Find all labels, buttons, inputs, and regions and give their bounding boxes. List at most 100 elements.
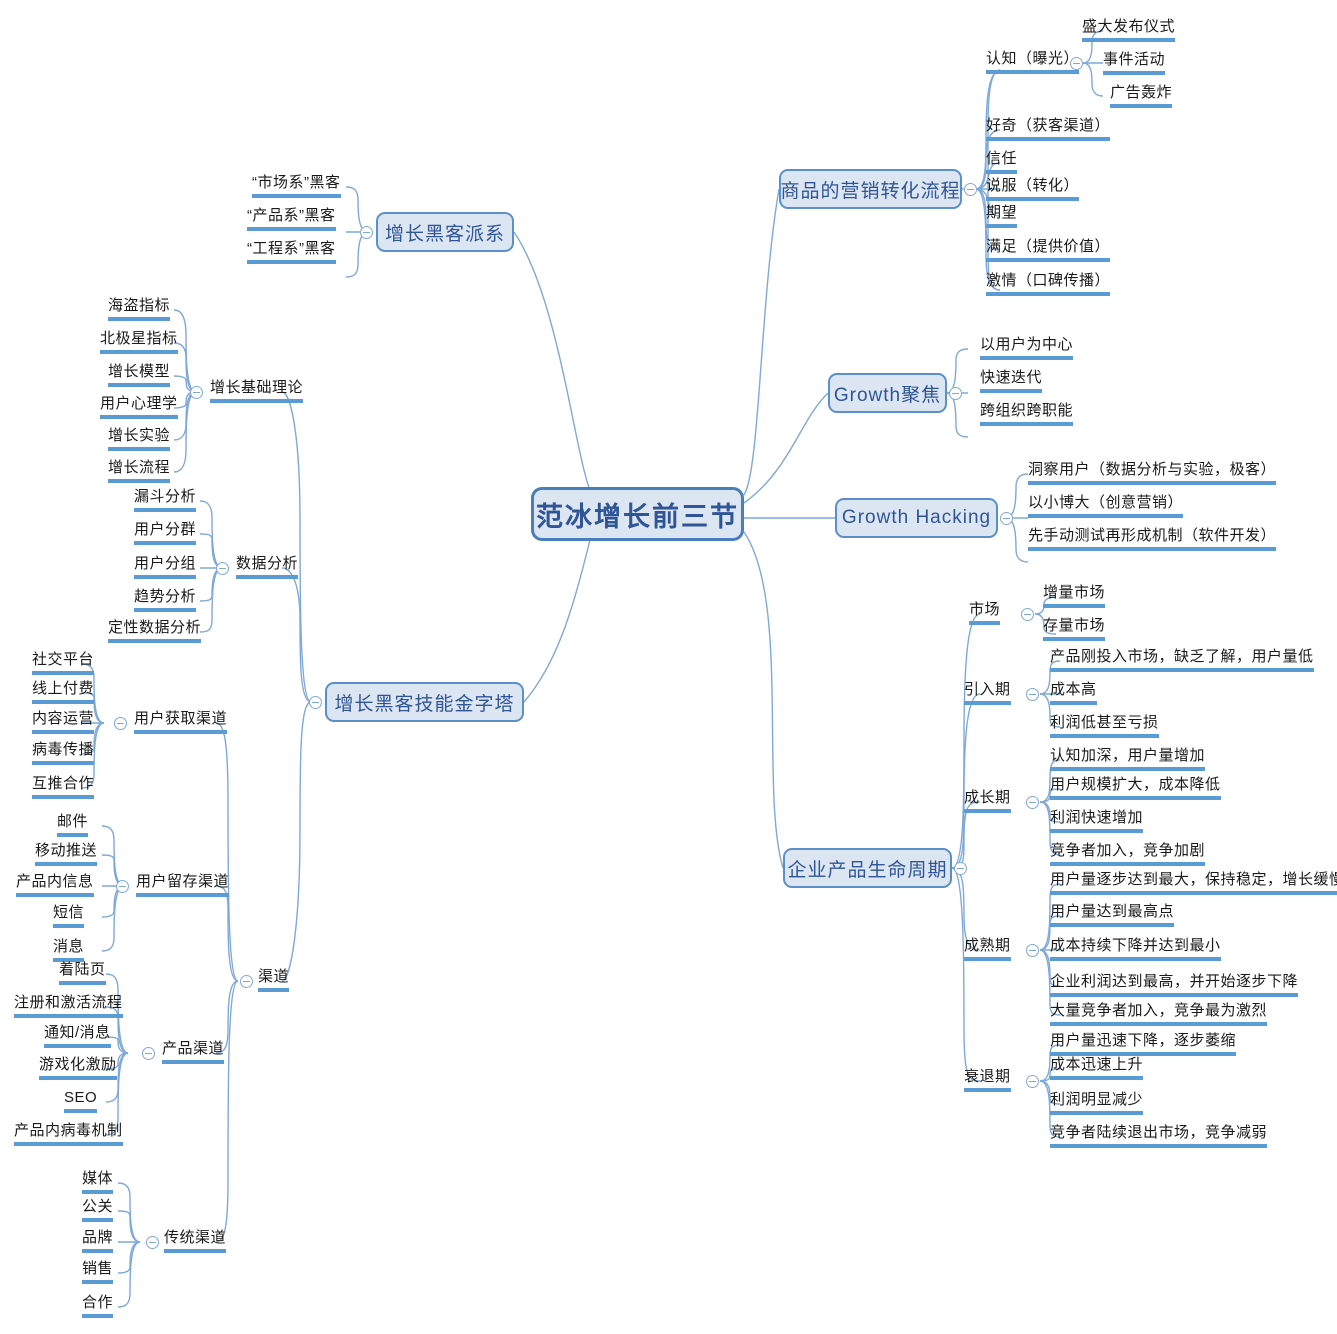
node-maturity-item-3[interactable]: 成本持续下降并达到最小	[1050, 937, 1221, 961]
toggle-market[interactable]	[1021, 608, 1034, 621]
node-social-platform[interactable]: 社交平台	[32, 651, 95, 675]
node-curiosity[interactable]: 好奇（获客渠道）	[986, 117, 1111, 141]
node-engineering-hacker[interactable]: “工程系”黑客	[247, 240, 336, 264]
toggle-product-lifecycle[interactable]	[954, 862, 967, 875]
node-market[interactable]: 市场	[969, 601, 1001, 625]
node-product-hacker[interactable]: “产品系”黑客	[247, 207, 336, 231]
node-growth-item-4[interactable]: 竞争者加入，竞争加剧	[1050, 842, 1206, 866]
toggle-growth-hacking[interactable]	[1000, 512, 1013, 525]
node-awareness[interactable]: 认知（曝光）	[986, 50, 1080, 74]
node-growth-stage[interactable]: 成长期	[964, 789, 1011, 813]
node-sms[interactable]: 短信	[53, 904, 85, 928]
node-incremental-market[interactable]: 增量市场	[1043, 584, 1106, 608]
node-maturity-item-5[interactable]: 大量竞争者加入，竞争最为激烈	[1050, 1002, 1268, 1026]
node-ad-bombing[interactable]: 广告轰炸	[1110, 84, 1173, 108]
node-trust[interactable]: 信任	[986, 150, 1018, 174]
node-partnership[interactable]: 合作	[82, 1294, 114, 1318]
node-traditional-channels[interactable]: 传统渠道	[164, 1229, 227, 1253]
toggle-maturity-stage[interactable]	[1026, 944, 1039, 957]
toggle-channels[interactable]	[240, 975, 253, 988]
node-acquisition-channels[interactable]: 用户获取渠道	[134, 710, 228, 734]
node-stock-market[interactable]: 存量市场	[1043, 617, 1106, 641]
node-in-product-message[interactable]: 产品内信息	[16, 873, 94, 897]
node-cross-functional[interactable]: 跨组织跨职能	[980, 402, 1074, 426]
node-user-cohort[interactable]: 用户分群	[134, 521, 197, 545]
node-decline-item-2[interactable]: 成本迅速上升	[1050, 1056, 1144, 1080]
node-growth-item-1[interactable]: 认知加深，用户量增加	[1050, 747, 1206, 771]
node-retention-channels[interactable]: 用户留存渠道	[136, 873, 230, 897]
node-product-channels[interactable]: 产品渠道	[162, 1040, 225, 1064]
node-satisfaction[interactable]: 满足（提供价值）	[986, 238, 1111, 262]
toggle-acquisition-channels[interactable]	[114, 717, 127, 730]
toggle-marketing-funnel[interactable]	[964, 183, 977, 196]
node-funnel-analysis[interactable]: 漏斗分析	[134, 488, 197, 512]
node-north-star-metric[interactable]: 北极星指标	[100, 330, 178, 354]
node-gamification[interactable]: 游戏化激励	[39, 1056, 117, 1080]
node-market-hacker[interactable]: “市场系”黑客	[252, 174, 341, 198]
node-decline-stage[interactable]: 衰退期	[964, 1068, 1011, 1092]
toggle-retention-channels[interactable]	[116, 880, 129, 893]
node-media[interactable]: 媒体	[82, 1170, 114, 1194]
node-landing-page[interactable]: 着陆页	[59, 961, 106, 985]
node-leverage-small[interactable]: 以小博大（创意营销）	[1028, 494, 1184, 518]
node-maturity-item-4[interactable]: 企业利润达到最高，并开始逐步下降	[1050, 973, 1299, 997]
node-pr[interactable]: 公关	[82, 1198, 114, 1222]
node-email[interactable]: 邮件	[57, 813, 89, 837]
node-notification-message[interactable]: 通知/消息	[44, 1024, 111, 1048]
node-user-centric[interactable]: 以用户为中心	[980, 336, 1074, 360]
node-mobile-push[interactable]: 移动推送	[35, 842, 98, 866]
branch-product-lifecycle[interactable]: 企业产品生命周期	[783, 848, 952, 888]
node-decline-item-3[interactable]: 利润明显减少	[1050, 1091, 1144, 1115]
node-growth-item-3[interactable]: 利润快速增加	[1050, 809, 1144, 833]
node-cross-promotion[interactable]: 互推合作	[32, 775, 95, 799]
node-signup-activation[interactable]: 注册和激活流程	[14, 994, 123, 1018]
node-growth-theory[interactable]: 增长基础理论	[210, 379, 304, 403]
node-expectation[interactable]: 期望	[986, 204, 1018, 228]
node-manual-then-mechanize[interactable]: 先手动测试再形成机制（软件开发）	[1028, 527, 1277, 551]
toggle-decline-stage[interactable]	[1026, 1075, 1039, 1088]
node-intro-item-2[interactable]: 成本高	[1050, 681, 1097, 705]
node-maturity-item-1[interactable]: 用户量逐步达到最大，保持稳定，增长缓慢	[1050, 871, 1337, 895]
node-decline-item-4[interactable]: 竞争者陆续退出市场，竞争减弱	[1050, 1124, 1268, 1148]
toggle-awareness[interactable]	[1070, 57, 1083, 70]
node-seo[interactable]: SEO	[64, 1089, 98, 1113]
node-introduction-stage[interactable]: 引入期	[964, 681, 1011, 705]
node-growth-experiment[interactable]: 增长实验	[108, 427, 171, 451]
node-pirate-metrics[interactable]: 海盗指标	[108, 297, 171, 321]
toggle-growth-focus[interactable]	[949, 387, 962, 400]
toggle-skill-pyramid[interactable]	[309, 696, 322, 709]
node-maturity-stage[interactable]: 成熟期	[964, 937, 1011, 961]
node-channels[interactable]: 渠道	[258, 968, 290, 992]
node-persuade[interactable]: 说服（转化）	[986, 177, 1080, 201]
toggle-growth-theory[interactable]	[190, 386, 203, 399]
node-fast-iteration[interactable]: 快速迭代	[980, 369, 1043, 393]
node-growth-item-2[interactable]: 用户规模扩大，成本降低	[1050, 776, 1221, 800]
node-content-ops[interactable]: 内容运营	[32, 710, 95, 734]
node-qualitative-analysis[interactable]: 定性数据分析	[108, 619, 202, 643]
toggle-traditional-channels[interactable]	[146, 1236, 159, 1249]
node-decline-item-1[interactable]: 用户量迅速下降，逐步萎缩	[1050, 1032, 1237, 1056]
node-in-product-viral[interactable]: 产品内病毒机制	[14, 1122, 123, 1146]
node-trend-analysis[interactable]: 趋势分析	[134, 588, 197, 612]
node-passion[interactable]: 激情（口碑传播）	[986, 272, 1111, 296]
node-message[interactable]: 消息	[53, 938, 85, 962]
node-data-analysis[interactable]: 数据分析	[236, 555, 299, 579]
node-intro-item-1[interactable]: 产品刚投入市场，缺乏了解，用户量低	[1050, 648, 1314, 672]
toggle-growth-stage[interactable]	[1026, 796, 1039, 809]
node-grand-launch[interactable]: 盛大发布仪式	[1082, 18, 1176, 42]
branch-growth-hacking[interactable]: Growth Hacking	[835, 498, 998, 538]
node-intro-item-3[interactable]: 利润低甚至亏损	[1050, 714, 1159, 738]
toggle-hacker-schools[interactable]	[360, 226, 373, 239]
node-insight-users[interactable]: 洞察用户（数据分析与实验，极客）	[1028, 461, 1277, 485]
node-maturity-item-2[interactable]: 用户量达到最高点	[1050, 903, 1175, 927]
root-node[interactable]: 范冰增长前三节	[531, 487, 744, 541]
node-growth-process[interactable]: 增长流程	[108, 459, 171, 483]
node-brand[interactable]: 品牌	[82, 1229, 114, 1253]
node-growth-model[interactable]: 增长模型	[108, 363, 171, 387]
node-user-psychology[interactable]: 用户心理学	[100, 395, 178, 419]
node-event-activity[interactable]: 事件活动	[1103, 51, 1166, 75]
node-online-paid[interactable]: 线上付费	[32, 680, 95, 704]
node-viral-spread[interactable]: 病毒传播	[32, 741, 95, 765]
toggle-data-analysis[interactable]	[216, 562, 229, 575]
toggle-introduction-stage[interactable]	[1026, 688, 1039, 701]
